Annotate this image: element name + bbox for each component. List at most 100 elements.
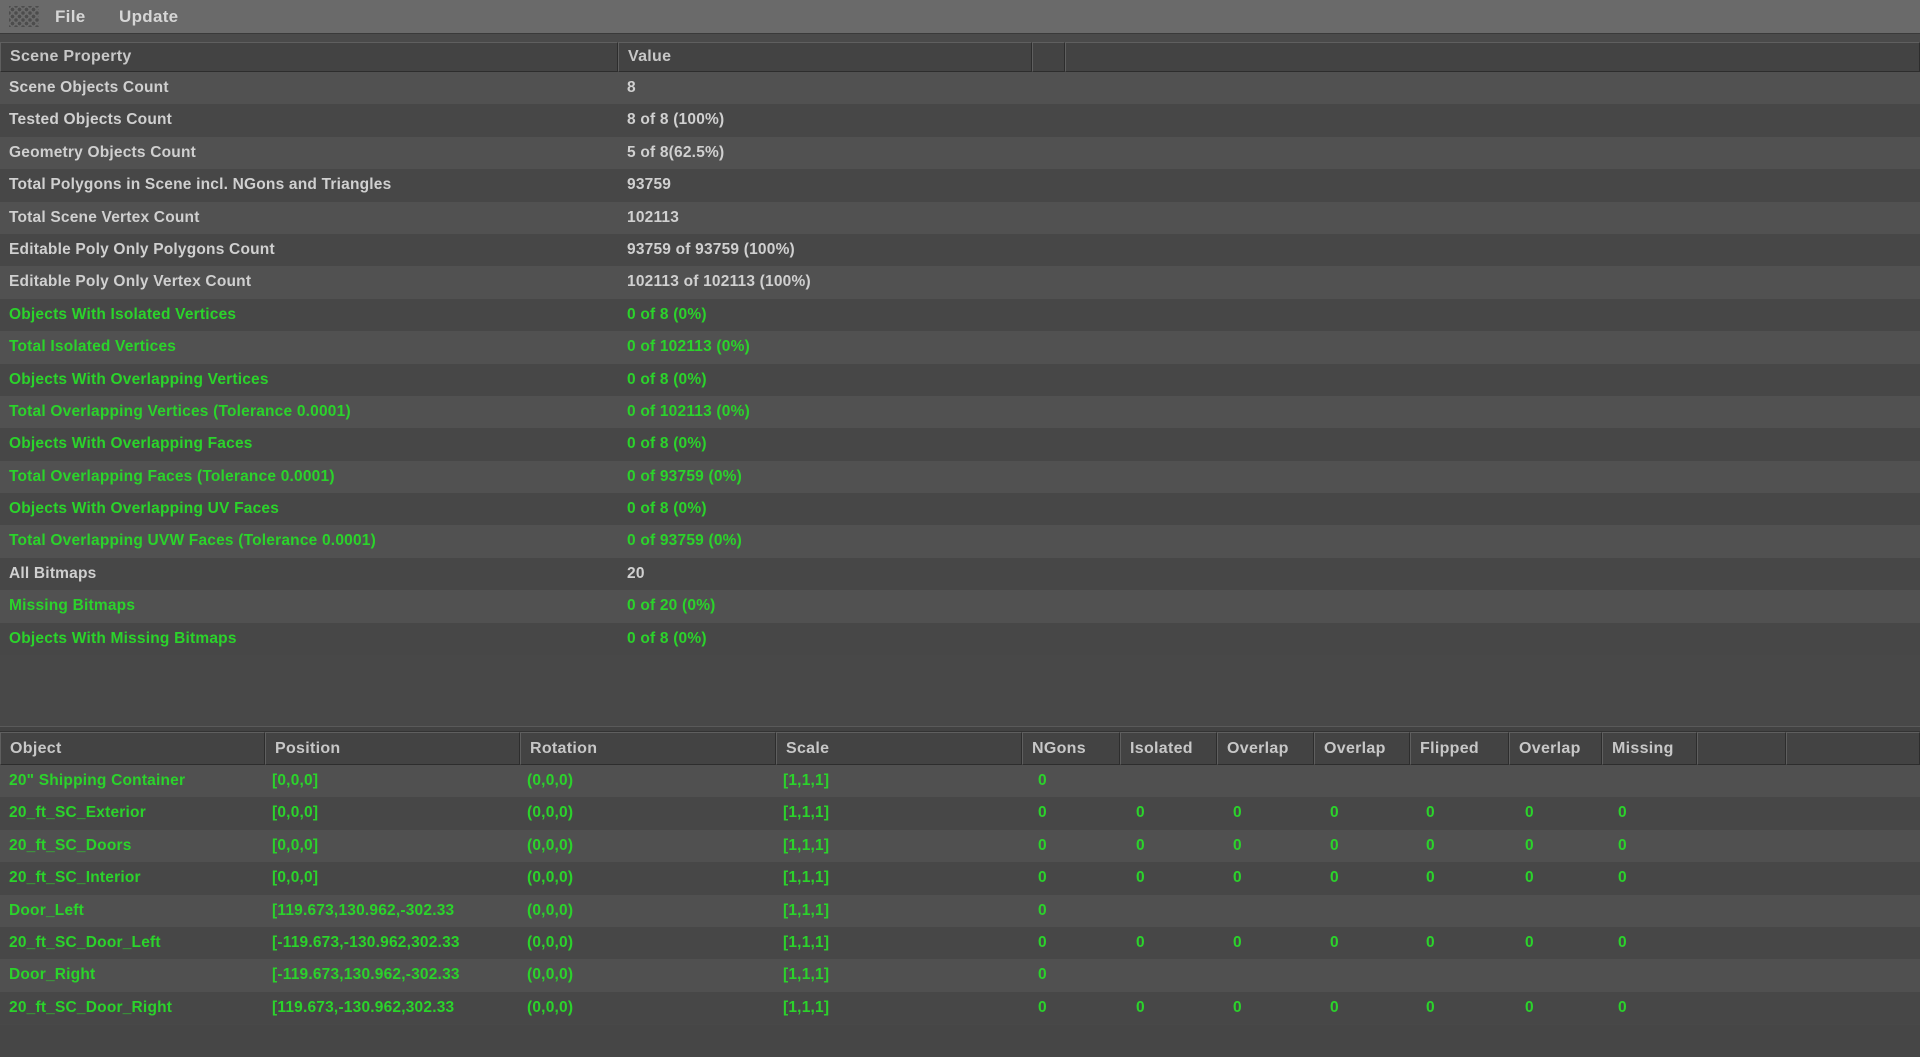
scene-property-value: 93759	[627, 176, 672, 194]
scene-col-header-property[interactable]: Scene Property	[0, 42, 618, 72]
scene-property-value: 0 of 8 (0%)	[627, 629, 707, 647]
scene-property-label: Total Overlapping Faces (Tolerance 0.000…	[9, 467, 335, 485]
scene-property-row: Scene Objects Count 8	[0, 72, 1920, 105]
scene-property-value: 0 of 8 (0%)	[627, 435, 707, 453]
scene-property-row: Total Isolated Vertices 0 of 102113 (0%)	[0, 331, 1920, 364]
scene-property-label: Total Isolated Vertices	[9, 338, 177, 356]
object-name-cell: 20" Shipping Container	[9, 772, 186, 789]
object-flipped-cell: 0	[1426, 836, 1435, 854]
objects-col-header-isolated[interactable]: Isolated	[1120, 732, 1217, 765]
object-overlap-3-cell	[1509, 765, 1602, 797]
object-name-cell: 20_ft_SC_Doors	[9, 836, 132, 854]
object-position-cell: [-119.673,-130.962,302.33	[272, 933, 460, 951]
object-flipped-cell: 0	[1426, 998, 1435, 1016]
object-flipped-cell	[1410, 895, 1509, 927]
objects-col-header-object[interactable]: Object	[0, 732, 265, 765]
scene-property-value: 0 of 93759 (0%)	[627, 467, 742, 485]
objects-col-header-missing[interactable]: Missing	[1602, 732, 1697, 765]
object-overlap-1-cell	[1217, 895, 1314, 927]
object-rotation-cell: (0,0,0)	[527, 998, 574, 1016]
object-row[interactable]: 20_ft_SC_Exterior [0,0,0] (0,0,0) [1,1,1…	[0, 797, 1920, 830]
objects-col-header-overlap-1[interactable]: Overlap	[1217, 732, 1314, 765]
object-position-cell: [0,0,0]	[272, 869, 319, 887]
object-scale-cell: [1,1,1]	[783, 933, 830, 951]
object-ngons-cell: 0	[1038, 836, 1047, 854]
object-row[interactable]: 20_ft_SC_Door_Left [-119.673,-130.962,30…	[0, 926, 1920, 960]
object-isolated-cell: 0	[1136, 836, 1145, 854]
scene-col-header-value[interactable]: Value	[618, 42, 1032, 72]
object-flipped-cell: 0	[1426, 869, 1435, 887]
objects-col-header-overlap-2[interactable]: Overlap	[1314, 732, 1410, 765]
object-rotation-cell: (0,0,0)	[527, 772, 574, 789]
objects-col-header-flipped[interactable]: Flipped	[1410, 732, 1509, 765]
object-row[interactable]: Door_Right [-119.673,130.962,-302.33 (0,…	[0, 959, 1920, 992]
object-overlap-2-cell	[1314, 895, 1410, 927]
object-overlap-1-cell: 0	[1233, 998, 1242, 1016]
object-isolated-cell: 0	[1136, 998, 1145, 1016]
scene-property-label: Objects With Overlapping Faces	[9, 435, 253, 453]
scene-property-label: Objects With Overlapping Vertices	[9, 370, 269, 388]
object-row[interactable]: 20_ft_SC_Door_Right [119.673,-130.962,30…	[0, 991, 1920, 1025]
scene-table-header: Scene Property Value	[0, 42, 1920, 72]
scene-property-row: Objects With Overlapping Faces 0 of 8 (0…	[0, 428, 1920, 461]
object-scale-cell: [1,1,1]	[783, 836, 830, 854]
scene-col-header-empty-1	[1032, 42, 1065, 72]
objects-col-header-scale[interactable]: Scale	[776, 732, 1022, 765]
object-isolated-cell: 0	[1136, 804, 1145, 822]
objects-col-header-rotation[interactable]: Rotation	[520, 732, 776, 765]
scene-property-value: 93759 of 93759 (100%)	[627, 240, 795, 258]
object-missing-cell: 0	[1618, 869, 1627, 887]
object-name-cell: 20_ft_SC_Door_Left	[9, 933, 161, 951]
scene-property-row: Tested Objects Count 8 of 8 (100%)	[0, 104, 1920, 137]
object-row[interactable]: Door_Left [119.673,130.962,-302.33 (0,0,…	[0, 894, 1920, 927]
object-overlap-1-cell: 0	[1233, 804, 1242, 822]
objects-col-header-position[interactable]: Position	[265, 732, 520, 765]
object-name-cell: 20_ft_SC_Door_Right	[9, 998, 173, 1016]
object-scale-cell: [1,1,1]	[783, 998, 830, 1016]
object-missing-cell	[1602, 765, 1697, 797]
object-overlap-3-cell: 0	[1525, 804, 1534, 822]
object-flipped-cell: 0	[1426, 804, 1435, 822]
objects-col-header-ngons[interactable]: NGons	[1022, 732, 1120, 765]
scene-property-row: Objects With Missing Bitmaps 0 of 8 (0%)	[0, 622, 1920, 656]
menu-bar: File Update	[0, 0, 1920, 34]
object-overlap-2-cell: 0	[1330, 998, 1339, 1016]
menu-update[interactable]: Update	[119, 0, 178, 33]
scene-property-value: 0 of 102113 (0%)	[627, 338, 750, 356]
toolbar-grip-icon[interactable]	[9, 6, 39, 27]
object-position-cell: [-119.673,130.962,-302.33	[272, 966, 460, 984]
scene-property-label: Tested Objects Count	[9, 111, 173, 129]
scene-property-label: Geometry Objects Count	[9, 143, 196, 161]
menu-file[interactable]: File	[55, 0, 86, 33]
scene-property-label: Editable Poly Only Vertex Count	[9, 273, 252, 291]
scene-table-body: Scene Objects Count 8 Tested Objects Cou…	[0, 72, 1920, 656]
object-position-cell: [119.673,-130.962,302.33	[272, 998, 455, 1016]
object-missing-cell: 0	[1618, 804, 1627, 822]
object-overlap-1-cell: 0	[1233, 836, 1242, 854]
object-scale-cell: [1,1,1]	[783, 966, 830, 984]
scene-property-row: Total Overlapping Vertices (Tolerance 0.…	[0, 395, 1920, 429]
object-row[interactable]: 20" Shipping Container [0,0,0] (0,0,0) […	[0, 765, 1920, 798]
object-ngons-cell: 0	[1038, 869, 1047, 887]
scene-property-row: Editable Poly Only Polygons Count 93759 …	[0, 233, 1920, 267]
object-name-cell: 20_ft_SC_Interior	[9, 869, 141, 887]
object-missing-cell: 0	[1618, 998, 1627, 1016]
object-overlap-2-cell: 0	[1330, 804, 1339, 822]
object-position-cell: [0,0,0]	[272, 772, 319, 789]
object-rotation-cell: (0,0,0)	[527, 966, 574, 984]
objects-col-header-overlap-3[interactable]: Overlap	[1509, 732, 1602, 765]
object-overlap-3-cell: 0	[1525, 933, 1534, 951]
object-row[interactable]: 20_ft_SC_Doors [0,0,0] (0,0,0) [1,1,1] 0…	[0, 829, 1920, 863]
scene-property-label: Total Scene Vertex Count	[9, 208, 200, 226]
object-missing-cell	[1602, 895, 1697, 927]
scene-property-label: Total Overlapping Vertices (Tolerance 0.…	[9, 402, 351, 420]
object-isolated-cell	[1120, 959, 1217, 991]
object-flipped-cell	[1410, 959, 1509, 991]
object-ngons-cell: 0	[1038, 933, 1047, 951]
object-isolated-cell: 0	[1136, 933, 1145, 951]
object-rotation-cell: (0,0,0)	[527, 901, 574, 919]
object-overlap-2-cell	[1314, 959, 1410, 991]
object-overlap-3-cell	[1509, 959, 1602, 991]
object-row[interactable]: 20_ft_SC_Interior [0,0,0] (0,0,0) [1,1,1…	[0, 862, 1920, 895]
object-overlap-1-cell: 0	[1233, 933, 1242, 951]
